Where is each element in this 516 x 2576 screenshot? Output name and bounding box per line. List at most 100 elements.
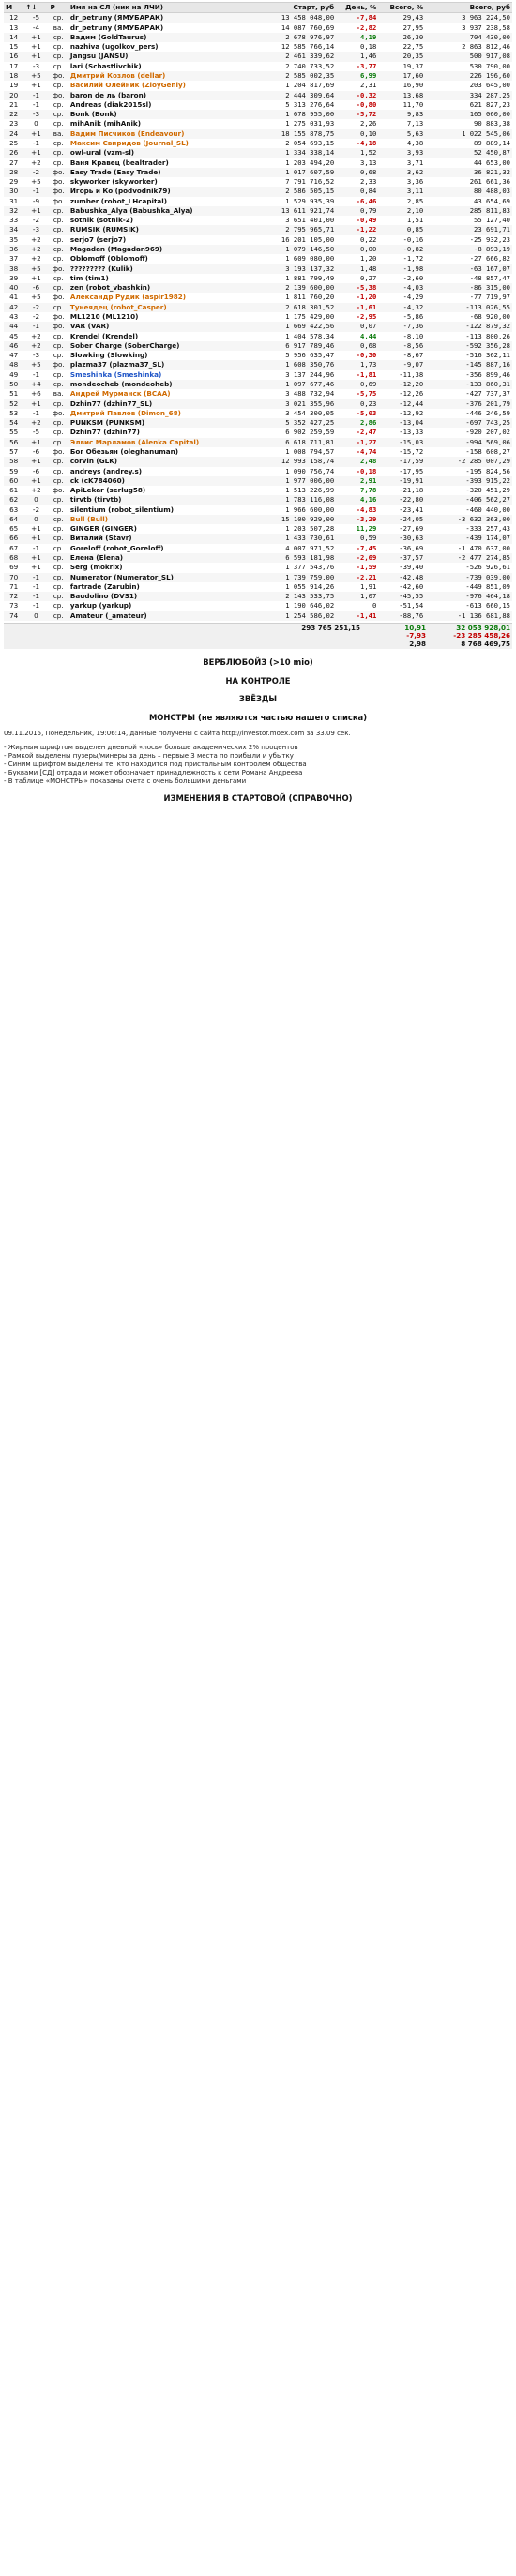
cell-day: 0,23 [336, 399, 379, 409]
cell-change: -6 [23, 283, 49, 294]
cell-type: фо. [48, 293, 68, 303]
cell-start: 1 783 116,08 [257, 495, 337, 505]
footer-bullet: - В таблице «МОНСТРЫ» показаны счета с о… [4, 776, 247, 785]
cell-name: ApiLekar (serlug58) [68, 486, 258, 496]
cell-change: -3 [23, 61, 49, 71]
cell-total-pct: -15,72 [378, 446, 426, 458]
cell-type: ср. [48, 399, 68, 409]
cell-day: -5,75 [336, 389, 379, 399]
cell-total-pct: -5,86 [378, 312, 426, 323]
table-row: 33 -2 ср. sotnik (sotnik-2) 3 651 401,00 -0,4… [4, 216, 512, 226]
cell-total-rub: 530 790,00 [425, 61, 512, 71]
cell-pos: 32 [4, 205, 24, 217]
table-row: 70 -1 ср. Numerator (Numerator_SL) 1 739 759… [4, 572, 512, 582]
col-day: День, % [336, 1, 379, 14]
cell-pos: 66 [4, 534, 24, 544]
cell-change: +2 [23, 340, 49, 352]
cell-pos: 74 [4, 610, 24, 621]
cell-day: 0,79 [336, 205, 379, 217]
cell-change: -1 [23, 601, 49, 611]
table-row: 36 +2 ср. Magadan (Magadan969) 1 079 146,50 0… [4, 245, 512, 255]
cell-type: ср. [48, 273, 68, 284]
cell-change: +2 [23, 234, 49, 246]
cell-change: +2 [23, 158, 49, 168]
cell-change: +1 [23, 563, 49, 573]
cell-pos: 49 [4, 369, 24, 380]
cell-pos: 70 [4, 572, 24, 582]
cell-total-pct: -17,95 [378, 466, 426, 476]
table-row: 15 +1 ср. nazhiva (ugolkov_pers) 12 585 766,… [4, 42, 512, 53]
cell-day: 0 [336, 601, 379, 611]
cell-change: -6 [23, 446, 49, 458]
cell-change: +1 [23, 553, 49, 564]
cell-day: 0,07 [336, 322, 379, 332]
table-row: 20 -1 фо. baron de ль (baron) 2 444 309,64 -0… [4, 90, 512, 100]
cell-name: Dzhin77 (dzhin77_SL) [68, 399, 258, 409]
table-row: 26 +1 ср. owl-ural (vzm-sl) 1 334 338,14 1,52… [4, 148, 512, 158]
cell-start: 7 791 716,52 [257, 177, 337, 188]
table-row: 67 -1 ср. Goreloff (robot_Goreloff) 4 007 97… [4, 543, 512, 554]
cell-total-pct: -4,29 [378, 293, 426, 303]
cell-day: -3,77 [336, 61, 379, 71]
cell-total-pct: 5,63 [378, 128, 426, 139]
table-row: 52 +1 ср. Dzhin77 (dzhin77_SL) 3 021 355,96 0… [4, 399, 512, 409]
cell-day: -0,32 [336, 90, 379, 100]
cell-day: -2,95 [336, 312, 379, 323]
cell-total-pct: -4,32 [378, 302, 426, 312]
cell-day: -5,03 [336, 408, 379, 419]
cell-name: RUMSIK (RUMSIK) [68, 225, 258, 235]
cell-total-rub: -113 800,26 [425, 331, 512, 341]
cell-name: zumber (robot_LHcapital) [68, 196, 258, 206]
table-row: 53 -1 фо. Дмитрий Павлов (Dimon_68) 3 454 30… [4, 408, 512, 419]
main-totals: 293 765 251,15 10,91 -7,93 2,98 32 053 9… [4, 623, 512, 649]
cell-type: фо. [48, 446, 68, 458]
col-name: Имя на СЛ (ник на ЛЧИ) [68, 1, 258, 14]
cell-name: sotnik (sotnik-2) [68, 216, 258, 226]
cell-start: 6 618 711,81 [257, 437, 337, 447]
cell-day: 0,27 [336, 273, 379, 284]
cell-type: фо. [48, 70, 68, 82]
cell-total-rub: 226 196,60 [425, 70, 512, 82]
cell-type: ср. [48, 12, 68, 23]
cell-total-rub: -406 562,27 [425, 495, 512, 505]
cell-name: Baudolino (DVS1) [68, 592, 258, 602]
cell-total-pct: -8,10 [378, 331, 426, 341]
cell-change: 0 [23, 610, 49, 621]
cell-name: Дмитрий Козлов (dellar) [68, 70, 258, 82]
table-row: 43 -2 фо. ML1210 (ML1210) 1 175 429,00 -2,95-… [4, 312, 512, 323]
cell-day: -4,74 [336, 446, 379, 458]
cell-name: Slowking (Slowking) [68, 351, 258, 361]
cell-name: Andreas (diak2015sl) [68, 99, 258, 111]
cell-day: -5,72 [336, 110, 379, 120]
cell-total-pct: -39,40 [378, 563, 426, 573]
section-title-big: ВЕРБЛЮБОЙЗ (>10 mio) [203, 656, 313, 667]
cell-change: -9 [23, 196, 49, 206]
cell-day: 0,84 [336, 187, 379, 197]
cell-pos: 31 [4, 196, 24, 206]
cell-start: 18 155 878,75 [257, 128, 337, 139]
cell-type: ср. [48, 225, 68, 235]
cell-pos: 73 [4, 601, 24, 611]
cell-total-rub: 3 937 238,58 [425, 23, 512, 33]
cell-type: ва. [48, 23, 68, 33]
cell-total-rub: -8 893,19 [425, 245, 512, 255]
cell-pos: 33 [4, 216, 24, 226]
cell-name: dr_petruny (ЯМУБАРАК) [68, 23, 258, 33]
cell-pos: 45 [4, 331, 24, 341]
cell-day: 2,26 [336, 119, 379, 129]
cell-start: 1 678 955,00 [257, 110, 337, 120]
cell-total-rub: 1 022 545,06 [425, 128, 512, 139]
cell-pos: 59 [4, 466, 24, 476]
cell-total-rub: -516 362,11 [425, 351, 512, 361]
cell-day: -2,47 [336, 428, 379, 438]
cell-total-pct: 19,37 [378, 61, 426, 71]
cell-type: ср. [48, 379, 68, 390]
cell-total-rub: -1 136 681,88 [425, 610, 512, 621]
cell-name: corvin (GLK) [68, 457, 258, 467]
cell-type: ср. [48, 205, 68, 217]
cell-name: andreys (andrey.s) [68, 466, 258, 476]
cell-total-rub: 90 883,38 [425, 119, 512, 129]
totals-pct: 10,91 -7,93 2,98 [362, 624, 428, 649]
cell-pos: 53 [4, 408, 24, 419]
cell-total-pct: 3,71 [378, 158, 426, 168]
